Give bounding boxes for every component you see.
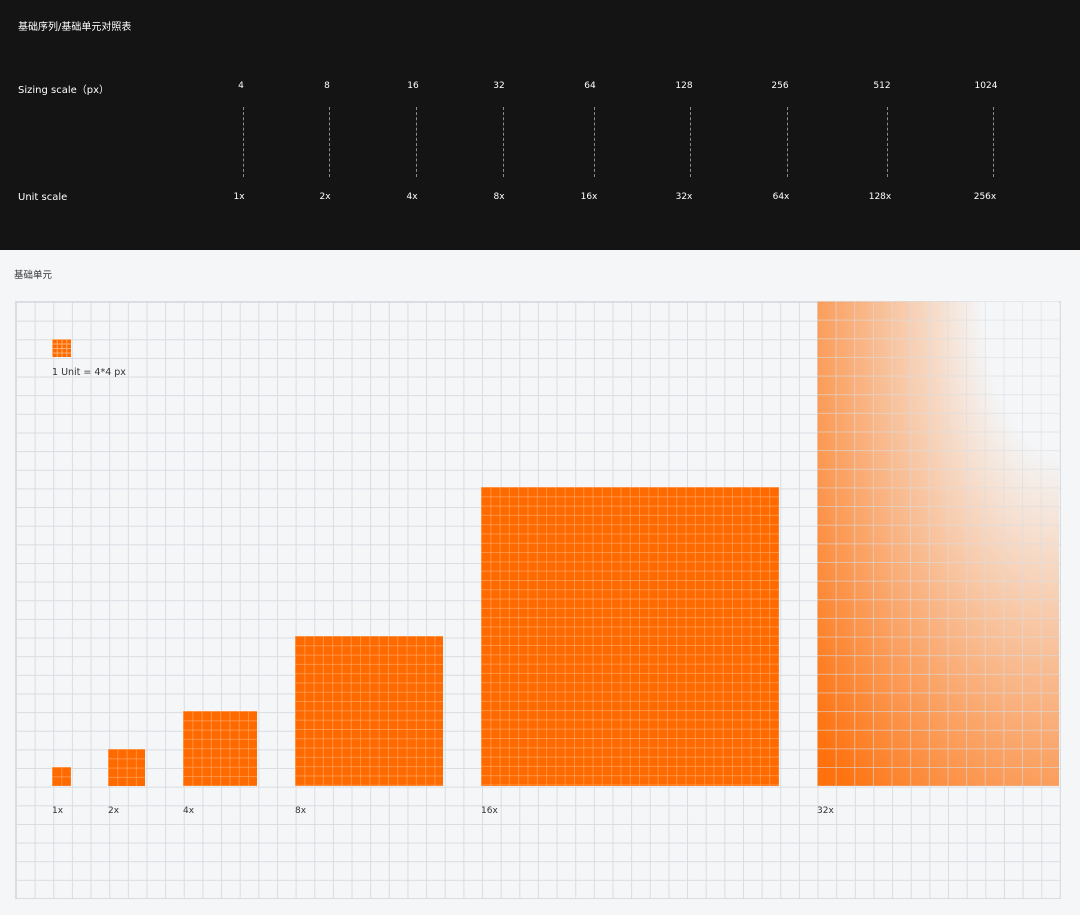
- sizing-value: 16: [407, 81, 419, 91]
- block-label-32x: 32x: [817, 806, 834, 816]
- unit-swatch: [52, 339, 71, 357]
- connector-line: [993, 107, 994, 177]
- sizing-value: 8: [324, 81, 330, 91]
- unit-caption: 1 Unit = 4*4 px: [52, 367, 126, 378]
- block-label-8x: 8x: [295, 806, 307, 816]
- unit-scale-value: 128x: [868, 192, 892, 202]
- sizing-value: 512: [873, 81, 891, 91]
- sizing-value: 4: [238, 81, 244, 91]
- sizing-value: 128: [675, 81, 693, 91]
- unit-scale-value: 64x: [772, 192, 790, 202]
- unit-scale-value: 8x: [493, 192, 505, 202]
- sizing-value: 64: [584, 81, 596, 91]
- block-label-4x: 4x: [183, 806, 195, 816]
- scale-reference-panel: 基础序列/基础单元对照表 Sizing scale（px） Unit scale…: [0, 0, 1080, 250]
- unit-scale-value: 256x: [973, 192, 997, 202]
- unit-block-1x: [52, 767, 71, 786]
- unit-scale-value: 16x: [580, 192, 598, 202]
- connector-line: [787, 107, 788, 177]
- connector-line: [243, 107, 244, 177]
- grid-overlay: [817, 301, 1059, 786]
- sizing-value: 256: [771, 81, 789, 91]
- unit-block-16x: [481, 487, 779, 786]
- connector-line: [329, 107, 330, 177]
- block-label-16x: 16x: [481, 806, 498, 816]
- connector-line: [503, 107, 504, 177]
- connector-line: [594, 107, 595, 177]
- sizing-value: 32: [493, 81, 505, 91]
- unit-scale-value: 4x: [406, 192, 418, 202]
- unit-scale-value: 32x: [675, 192, 693, 202]
- connector-line: [416, 107, 417, 177]
- connector-line: [887, 107, 888, 177]
- panel-title: 基础序列/基础单元对照表: [18, 22, 132, 33]
- unit-scale-value: 2x: [319, 192, 331, 202]
- block-label-2x: 2x: [108, 806, 120, 816]
- section-title: 基础单元: [14, 270, 53, 281]
- unit-scale-label: Unit scale: [18, 192, 68, 203]
- unit-block-8x: [295, 636, 443, 786]
- unit-block-4x: [183, 711, 257, 786]
- block-label-1x: 1x: [52, 806, 64, 816]
- unit-scale-value: 1x: [233, 192, 245, 202]
- unit-block-2x: [108, 749, 145, 786]
- connector-line: [690, 107, 691, 177]
- sizing-scale-label: Sizing scale（px）: [18, 85, 110, 96]
- sizing-value: 1024: [974, 81, 998, 91]
